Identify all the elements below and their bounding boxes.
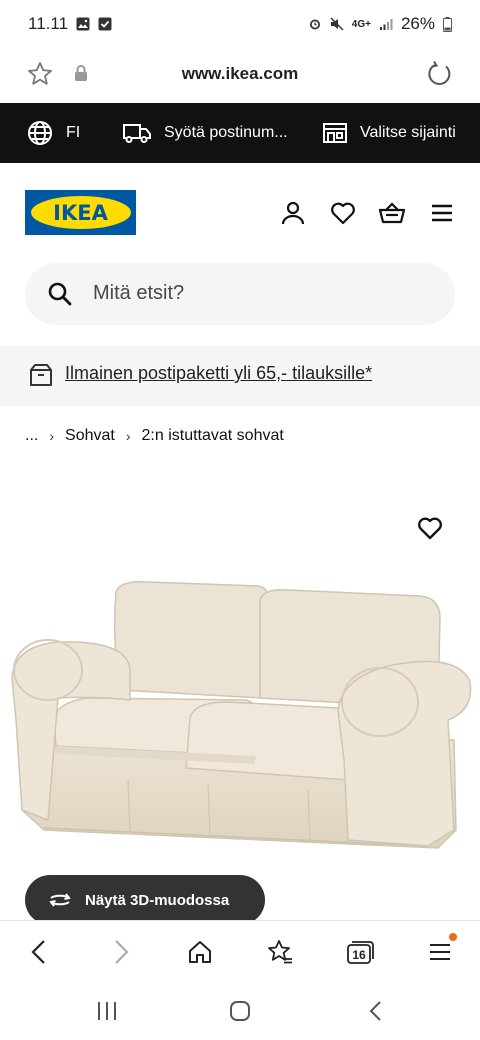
chevron-right-icon: › bbox=[125, 428, 131, 444]
postal-code-label: Syötä postinum... bbox=[164, 124, 288, 141]
breadcrumb-ellipsis[interactable]: ... bbox=[25, 427, 38, 445]
tab-count: 16 bbox=[352, 948, 366, 962]
search-icon bbox=[48, 282, 72, 306]
globe-icon bbox=[28, 121, 52, 145]
recent-apps-icon[interactable] bbox=[95, 999, 119, 1023]
rotate-3d-icon bbox=[49, 893, 71, 907]
system-navigation-bar bbox=[0, 982, 480, 1040]
home-system-icon[interactable] bbox=[228, 999, 252, 1023]
alarm-icon bbox=[309, 19, 320, 30]
ikea-logo[interactable]: IKEA bbox=[25, 190, 136, 235]
browser-menu-button[interactable] bbox=[425, 933, 457, 967]
menu-icon bbox=[430, 944, 450, 960]
forward-button[interactable] bbox=[106, 937, 136, 967]
notification-dot bbox=[449, 933, 457, 941]
search-input[interactable]: Mitä etsit? bbox=[25, 263, 455, 325]
promo-banner[interactable]: Ilmainen postipaketti yli 65,- tilauksil… bbox=[0, 346, 480, 406]
site-header: IKEA bbox=[0, 163, 480, 259]
wishlist-heart-icon[interactable] bbox=[329, 199, 357, 227]
product-image-area bbox=[0, 460, 480, 920]
status-left: 11.11 bbox=[28, 14, 112, 34]
view-3d-label: Näytä 3D-muodossa bbox=[85, 891, 230, 909]
battery-percent: 26% bbox=[400, 14, 435, 33]
breadcrumb: ... › Sohvat › 2:n istuttavat sohvat bbox=[25, 425, 284, 447]
language-selector[interactable]: FI bbox=[26, 103, 80, 163]
search-placeholder: Mitä etsit? bbox=[93, 282, 185, 304]
bookmarks-star-icon bbox=[268, 940, 292, 964]
menu-hamburger-icon[interactable] bbox=[428, 199, 456, 227]
mute-icon bbox=[330, 17, 344, 31]
browser-toolbar: 16 bbox=[0, 920, 480, 982]
home-button[interactable] bbox=[185, 937, 215, 967]
chevron-right-icon bbox=[115, 940, 129, 964]
home-icon bbox=[189, 941, 211, 963]
url-address[interactable]: www.ikea.com bbox=[0, 64, 480, 84]
postal-code-selector[interactable]: Syötä postinum... bbox=[122, 103, 288, 163]
chevron-left-icon bbox=[31, 940, 45, 964]
favourite-heart-icon[interactable] bbox=[416, 514, 444, 542]
bookmarks-button[interactable] bbox=[265, 937, 295, 967]
shopping-basket-icon[interactable] bbox=[378, 199, 406, 227]
status-time: 11.11 bbox=[28, 14, 69, 33]
account-icon[interactable] bbox=[279, 199, 307, 227]
parcel-icon bbox=[30, 364, 52, 386]
tabs-button[interactable]: 16 bbox=[345, 937, 375, 967]
network-type: 4G+ bbox=[351, 18, 371, 30]
chevron-right-icon: › bbox=[49, 428, 55, 444]
promo-link[interactable]: Ilmainen postipaketti yli 65,- tilauksil… bbox=[65, 363, 372, 384]
location-bar: FI Syötä postinum... Valitse sijainti bbox=[0, 103, 480, 163]
battery-icon bbox=[443, 16, 452, 32]
check-notification-icon bbox=[98, 17, 112, 31]
back-button[interactable] bbox=[24, 937, 54, 967]
logo-oval: IKEA bbox=[30, 196, 131, 229]
browser-url-bar: www.ikea.com bbox=[0, 48, 480, 102]
breadcrumb-sofas[interactable]: Sohvat bbox=[65, 427, 115, 445]
store-icon bbox=[323, 123, 347, 143]
status-bar: 11.11 4G+ 26% bbox=[0, 0, 480, 48]
delivery-truck-icon bbox=[123, 124, 151, 143]
signal-icon bbox=[379, 19, 393, 30]
gallery-notification-icon bbox=[76, 17, 90, 31]
sofa-product-image[interactable] bbox=[8, 570, 474, 860]
status-right: 4G+ 26% bbox=[308, 14, 452, 34]
store-label: Valitse sijainti bbox=[360, 124, 456, 141]
store-selector[interactable]: Valitse sijainti bbox=[322, 103, 456, 163]
back-system-icon[interactable] bbox=[364, 999, 388, 1023]
language-label: FI bbox=[66, 124, 81, 141]
reload-icon[interactable] bbox=[426, 60, 454, 88]
logo-text: IKEA bbox=[53, 200, 108, 225]
breadcrumb-two-seat-sofas[interactable]: 2:n istuttavat sohvat bbox=[142, 427, 284, 445]
view-3d-button[interactable]: Näytä 3D-muodossa bbox=[25, 875, 265, 925]
